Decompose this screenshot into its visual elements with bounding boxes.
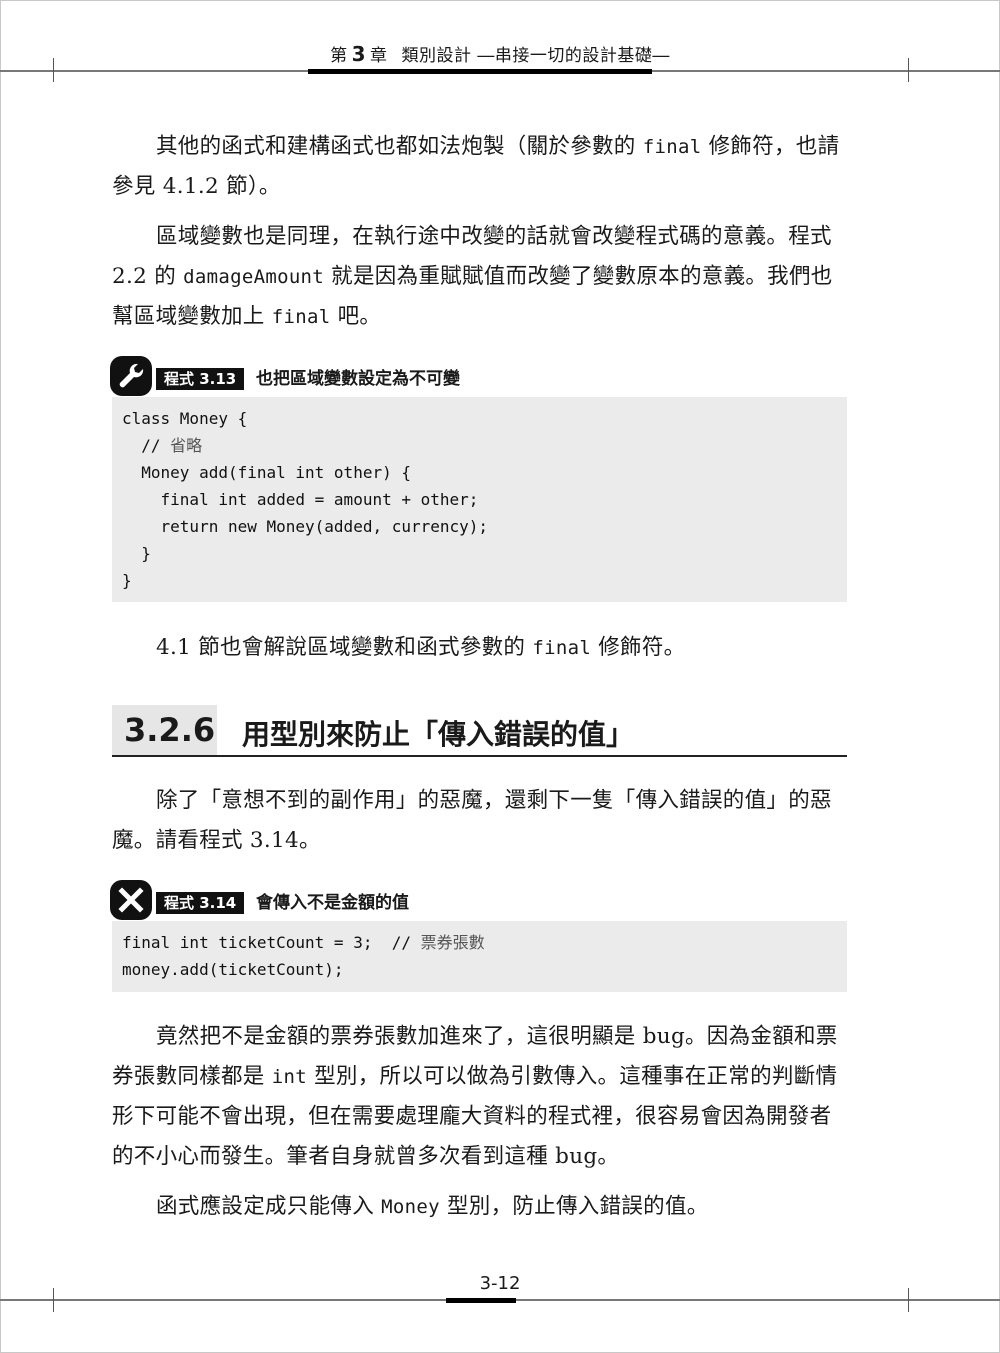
text: 除了「意想不到的副作用」的惡魔，還剩下一隻「傳入錯誤的值」的惡魔。請看程式 3.… — [112, 788, 832, 853]
code-line: Money add(final int other) { — [122, 463, 411, 482]
chapter-prefix: 第 — [330, 46, 348, 66]
text: 其他的函式和建構函式也都如法炮製（關於參數的 — [156, 134, 643, 159]
listing-label: 程式 3.14 — [156, 892, 245, 914]
code-line: money.add(ticketCount); — [122, 960, 344, 979]
listing-title: 也把區域變數設定為不可變 — [256, 369, 460, 389]
paragraph-4: 除了「意想不到的副作用」的惡魔，還剩下一隻「傳入錯誤的值」的惡魔。請看程式 3.… — [112, 781, 852, 861]
header-rule-accent — [308, 69, 652, 74]
text: 型別，防止傳入錯誤的值。 — [439, 1194, 709, 1219]
crop-mark-right — [908, 58, 909, 82]
code-line: final int ticketCount = 3; // 票券張數 — [122, 933, 485, 952]
inline-code: damageAmount — [183, 266, 325, 288]
section-title: 用型別來防止「傳入錯誤的值」 — [242, 718, 635, 751]
code-line: } — [122, 544, 151, 563]
wrench-icon — [110, 356, 152, 396]
paragraph-5: 竟然把不是金額的票券張數加進來了，這很明顯是 bug。因為金額和票券張數同樣都是… — [112, 1017, 852, 1177]
footer-rule-accent — [446, 1298, 516, 1303]
listing-label: 程式 3.13 — [156, 368, 245, 390]
paragraph-2: 區域變數也是同理，在執行途中改變的話就會改變程式碼的意義。程式 2.2 的 da… — [112, 217, 852, 337]
code-line: final int added = amount + other; — [122, 490, 479, 509]
code-line: // 省略 — [122, 436, 203, 455]
crop-mark-left — [53, 58, 54, 82]
paragraph-3: 4.1 節也會解說區域變數和函式參數的 final 修飾符。 — [112, 628, 852, 668]
text: 吧。 — [330, 304, 382, 329]
text: 修飾符。 — [591, 635, 686, 660]
cross-icon — [110, 880, 152, 920]
inline-code: Money — [381, 1196, 440, 1218]
inline-code: int — [271, 1066, 307, 1088]
code-line: } — [122, 571, 132, 590]
code-block-3-13: class Money { // 省略 Money add(final int … — [112, 397, 847, 602]
code-line: class Money { — [122, 409, 248, 428]
code-block-3-14: final int ticketCount = 3; // 票券張數 money… — [112, 921, 847, 992]
paragraph-6: 函式應設定成只能傳入 Money 型別，防止傳入錯誤的值。 — [112, 1187, 852, 1227]
chapter-suffix: 章 — [370, 46, 388, 66]
paragraph-1: 其他的函式和建構函式也都如法炮製（關於參數的 final 修飾符，也請參見 4.… — [112, 127, 852, 207]
code-line: return new Money(added, currency); — [122, 517, 489, 536]
text: 4.1 節也會解說區域變數和函式參數的 — [156, 635, 533, 660]
listing-title: 會傳入不是金額的值 — [256, 893, 409, 913]
section-heading: 3.2.6 用型別來防止「傳入錯誤的值」 — [112, 705, 847, 757]
page-number: 3-12 — [479, 1273, 521, 1294]
inline-code: final — [642, 136, 702, 158]
listing-caption-3-14: 程式 3.14 會傳入不是金額的值 — [110, 880, 850, 920]
inline-code: final — [532, 637, 592, 659]
crop-mark-right — [908, 1288, 909, 1312]
section-number: 3.2.6 — [124, 711, 216, 749]
chapter-title: 類別設計 ―串接一切的設計基礎― — [401, 46, 670, 66]
crop-mark-left — [53, 1288, 54, 1312]
text: 函式應設定成只能傳入 — [156, 1194, 382, 1219]
listing-caption-3-13: 程式 3.13 也把區域變數設定為不可變 — [110, 356, 850, 396]
running-header: 第 3 章類別設計 ―串接一切的設計基礎― — [0, 41, 1000, 66]
inline-code: final — [271, 306, 331, 328]
chapter-number: 3 — [351, 42, 366, 66]
